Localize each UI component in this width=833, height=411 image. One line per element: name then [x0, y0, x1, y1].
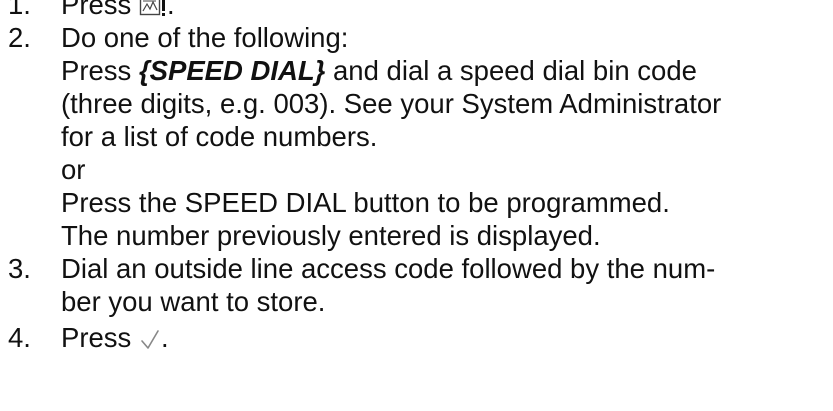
step-2-option-b-line-2: The number previously entered is display… [61, 220, 601, 251]
step-2-lead: Do one of the following: [61, 22, 349, 53]
step-1-number: 1. [8, 0, 31, 20]
step-3-number: 3. [8, 253, 31, 284]
step-4-period: . [160, 322, 169, 353]
step-2-option-a-line-3: for a list of code numbers. [61, 121, 378, 152]
step-3-line-1: Dial an outside line access code followe… [61, 253, 716, 284]
speed-dial-softkey: {SPEED DIAL} [138, 55, 326, 86]
step-2-option-a-line-1: Press {SPEED DIAL} and dial a speed dial… [61, 54, 697, 87]
option-a-rest: and dial a speed dial bin code [325, 55, 697, 86]
step-2-or: or [61, 154, 86, 185]
step-1-press-label: Press [61, 0, 132, 20]
step-4-press-label: Press [61, 322, 132, 353]
step-2-option-a-line-2: (three digits, e.g. 003). See your Syste… [61, 88, 722, 119]
step-2-number: 2. [8, 22, 31, 53]
step-3-line-2: ber you want to store. [61, 286, 326, 317]
option-a-prefix: Press [61, 55, 139, 86]
step-4-number: 4. [8, 322, 31, 353]
step-1-period: . [166, 0, 175, 20]
step-4-text: Press . [61, 321, 169, 358]
checkmark-icon [139, 325, 161, 358]
step-2-option-b-line-1: Press the SPEED DIAL button to be progra… [61, 187, 670, 218]
